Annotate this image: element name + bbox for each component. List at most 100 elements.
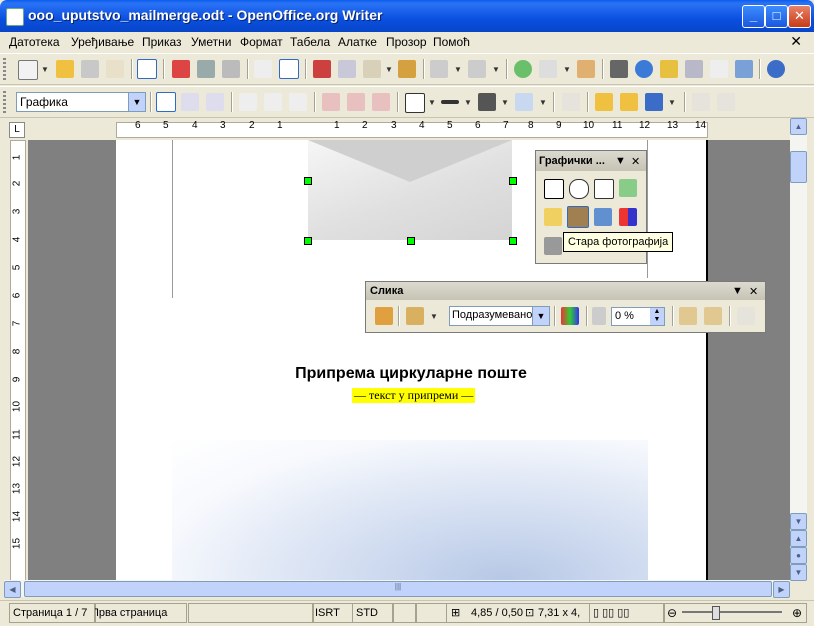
toolbar-grip[interactable] (3, 58, 6, 80)
print-preview-icon[interactable] (222, 60, 240, 78)
align-bottom-icon[interactable] (372, 93, 390, 111)
selection-handle[interactable] (304, 177, 312, 185)
menu-help[interactable]: Помоћ (433, 35, 470, 49)
align-center-icon[interactable] (264, 93, 282, 111)
object-info[interactable]: ⊞ 4,85 / 0,50 ⊡ 7,31 x 4, (446, 603, 590, 623)
copy-icon[interactable] (338, 60, 356, 78)
border-style-icon[interactable] (441, 100, 459, 104)
toolbar-header[interactable]: Слика ▼ ✕ (366, 282, 765, 300)
vertical-ruler[interactable]: 1 2 3 4 5 6 7 8 9 10 11 12 13 14 15 (0, 140, 28, 582)
selection-mode[interactable]: STD (352, 603, 393, 623)
scroll-left-button[interactable]: ◀ (4, 581, 21, 598)
horizontal-ruler[interactable]: L 6 5 4 3 2 1 1 2 3 4 5 6 7 8 9 10 11 12… (0, 118, 814, 140)
print-icon[interactable] (197, 60, 215, 78)
close-button[interactable]: ✕ (788, 5, 811, 28)
toolbar-header[interactable]: Графички ... ▼ ✕ (536, 151, 646, 171)
chevron-down-icon[interactable]: ▼ (464, 98, 472, 107)
redo-icon[interactable] (468, 60, 486, 78)
save-icon[interactable] (81, 60, 99, 78)
pop-art-icon[interactable] (619, 208, 637, 226)
selection-handle[interactable] (304, 237, 312, 245)
paste-icon[interactable] (363, 60, 381, 78)
align-left-icon[interactable] (239, 93, 257, 111)
scroll-down-button[interactable]: ▼ (790, 513, 807, 530)
zoom-in-icon[interactable]: ⊕ (792, 604, 802, 622)
email-icon[interactable] (106, 60, 124, 78)
writer-app-icon[interactable] (6, 8, 24, 26)
previous-page-button[interactable]: ▲ (790, 530, 807, 547)
chevron-down-icon[interactable]: ▼ (454, 65, 462, 74)
open-icon[interactable] (56, 60, 74, 78)
clone-formatting-icon[interactable] (398, 60, 416, 78)
menu-file[interactable]: Датотека (9, 35, 60, 49)
undo-icon[interactable] (430, 60, 448, 78)
wrap-through-icon[interactable] (206, 93, 224, 111)
navigator-icon[interactable] (635, 60, 653, 78)
unlink-frames-icon[interactable] (717, 93, 735, 111)
horizontal-scrollbar[interactable]: ◀ ||| ▶ (4, 580, 790, 598)
page-indicator[interactable]: Страница 1 / 7 (9, 603, 96, 623)
zoom-slider-handle[interactable] (712, 606, 720, 620)
envelope-image[interactable] (308, 140, 512, 240)
frame-properties-icon[interactable] (737, 307, 755, 325)
language-field[interactable] (188, 603, 314, 623)
edit-file-icon[interactable] (137, 59, 157, 79)
graphics-mode-select[interactable]: Подразумевано ▼ (449, 306, 550, 326)
zoom-out-icon[interactable]: ⊖ (667, 604, 677, 622)
color-icon[interactable] (561, 307, 579, 325)
digital-signature[interactable] (416, 603, 447, 623)
close-icon[interactable]: ✕ (631, 155, 640, 168)
send-to-back-icon[interactable] (620, 93, 638, 111)
style-select[interactable]: Графика ▼ (16, 92, 146, 112)
help-icon[interactable] (767, 60, 785, 78)
table-icon[interactable] (539, 60, 557, 78)
vertical-scrollbar[interactable]: ▲ ▼ ▲ ● ▼ (790, 118, 807, 581)
cut-icon[interactable] (313, 60, 331, 78)
gallery-icon[interactable] (660, 60, 678, 78)
new-document-icon[interactable] (18, 60, 38, 80)
menu-tools[interactable]: Алатке (338, 35, 377, 49)
posterize-icon[interactable] (594, 208, 612, 226)
selection-handle[interactable] (509, 237, 517, 245)
chevron-down-icon[interactable]: ▼ (41, 65, 49, 74)
chevron-down-icon[interactable]: ▼ (668, 98, 676, 107)
chevron-down-icon[interactable]: ▼ (732, 285, 743, 297)
chevron-down-icon[interactable]: ▼ (539, 98, 547, 107)
solarization-icon[interactable] (544, 208, 562, 226)
data-sources-icon[interactable] (685, 60, 703, 78)
filter-icon[interactable] (375, 307, 393, 325)
align-top-icon[interactable] (322, 93, 340, 111)
chevron-down-icon[interactable]: ▼ (563, 65, 571, 74)
scroll-right-button[interactable]: ▶ (773, 581, 790, 598)
transparency-field[interactable]: 0 % ▲ ▼ (611, 307, 665, 326)
bring-to-front-icon[interactable] (595, 93, 613, 111)
menu-format[interactable]: Формат (240, 35, 283, 49)
autospellcheck-icon[interactable] (279, 59, 299, 79)
scroll-thumb[interactable]: ||| (24, 581, 772, 597)
chevron-down-icon[interactable]: ▼ (430, 312, 438, 321)
background-color-icon[interactable] (515, 93, 533, 111)
selection-handle[interactable] (407, 237, 415, 245)
export-pdf-icon[interactable] (172, 60, 190, 78)
maximize-button[interactable]: □ (765, 5, 788, 28)
menu-window[interactable]: Прозор (386, 35, 427, 49)
view-layout-icon[interactable]: ▯ ▯▯ ▯▯ (593, 607, 629, 619)
chevron-down-icon[interactable]: ▼ (128, 93, 145, 111)
find-replace-icon[interactable] (610, 60, 628, 78)
link-frames-icon[interactable] (692, 93, 710, 111)
smooth-icon[interactable] (569, 179, 589, 199)
border-color-icon[interactable] (478, 93, 496, 111)
document-area[interactable]: Припрема циркуларне поште — текст у прип… (28, 140, 790, 580)
sharpen-icon[interactable] (594, 179, 614, 199)
invert-icon[interactable] (544, 179, 564, 199)
show-draw-functions-icon[interactable] (577, 60, 595, 78)
transparency-icon[interactable] (592, 307, 606, 325)
toolbar-grip[interactable] (3, 91, 6, 113)
scroll-up-button[interactable]: ▲ (790, 118, 807, 135)
zoom-control[interactable]: ⊖ ⊕ (664, 603, 807, 623)
align-right-icon[interactable] (289, 93, 307, 111)
view-layout[interactable]: ▯ ▯▯ ▯▯ (589, 603, 664, 623)
spin-button[interactable]: ▲ ▼ (650, 308, 664, 325)
insert-mode[interactable]: ISRT (312, 603, 353, 623)
navigation-button[interactable]: ● (790, 547, 807, 564)
